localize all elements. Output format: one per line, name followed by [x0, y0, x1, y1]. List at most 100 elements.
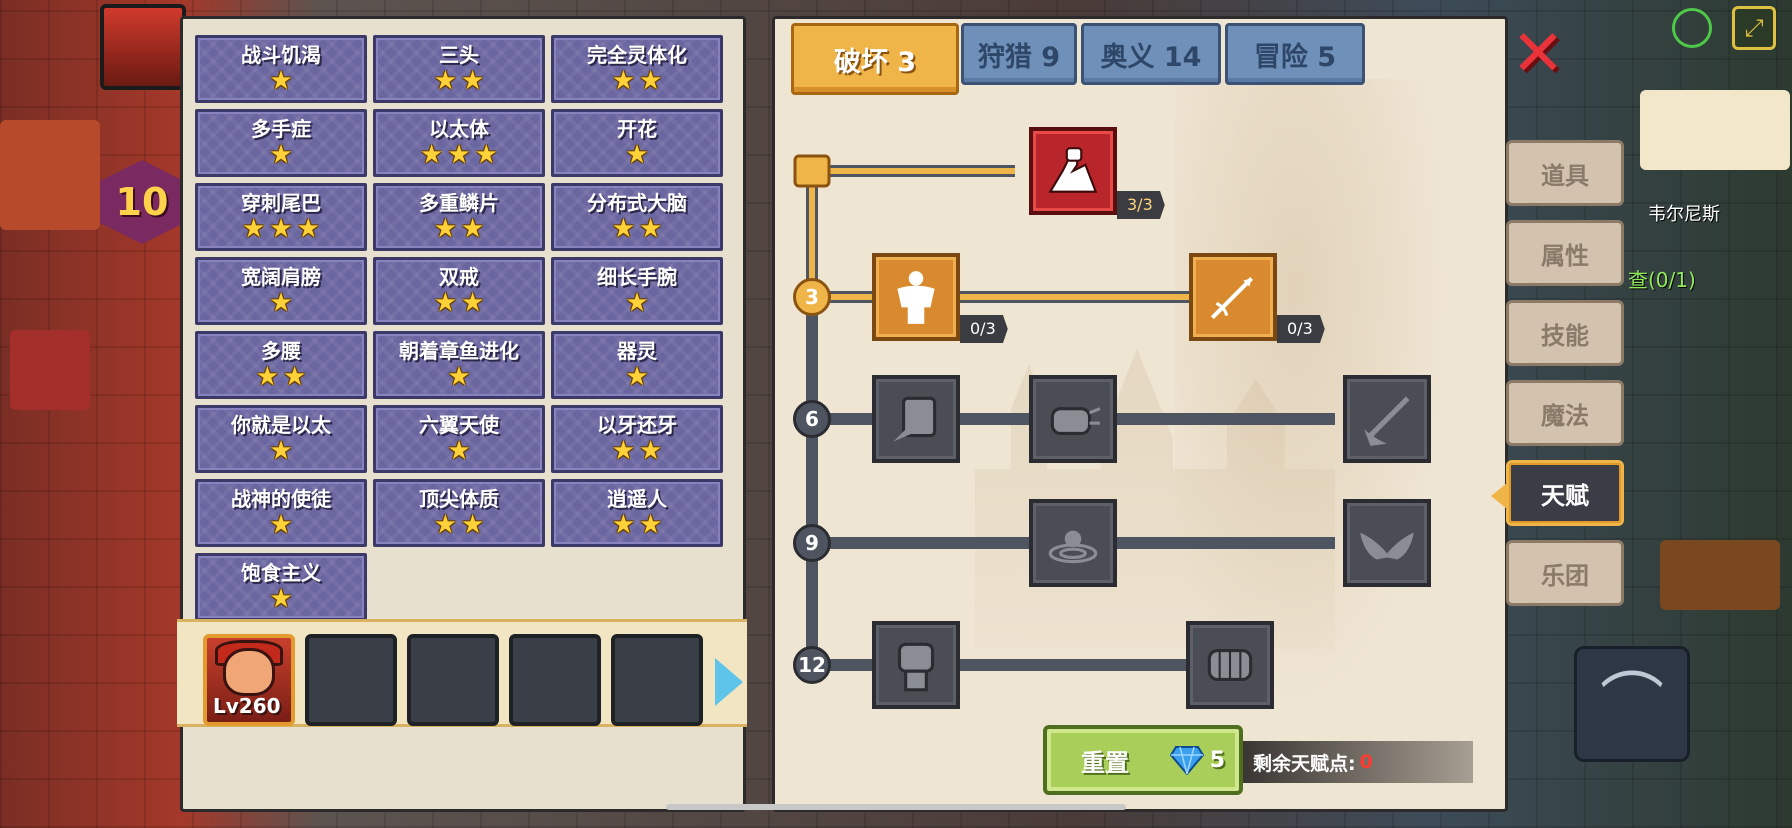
globe-icon[interactable] — [1672, 8, 1712, 48]
talent-node-bat-wings[interactable] — [1343, 499, 1431, 587]
active-indicator-icon — [1491, 483, 1507, 509]
title-stars: ★ — [447, 437, 470, 465]
title-name: 以太体 — [429, 117, 489, 141]
title-name: 六翼天使 — [419, 413, 499, 437]
talent-node-sword-strike[interactable] — [1343, 375, 1431, 463]
title-name: 多手症 — [251, 117, 311, 141]
talent-node-muscle-body[interactable] — [872, 253, 960, 341]
talent-node-ripple[interactable] — [1029, 499, 1117, 587]
title-card[interactable]: 你就是以太 ★ — [195, 405, 367, 473]
talent-node-grip-fist[interactable] — [1186, 621, 1274, 709]
title-card[interactable]: 逍遥人 ★ ★ — [551, 479, 723, 547]
title-card[interactable]: 穿刺尾巴 ★ ★ ★ — [195, 183, 367, 251]
title-card[interactable]: 多重鳞片 ★ ★ — [373, 183, 545, 251]
team-slot-empty[interactable] — [611, 634, 703, 726]
title-stars: ★ — [269, 437, 292, 465]
star-icon: ★ — [433, 510, 457, 540]
title-card[interactable]: 双戒 ★ ★ — [373, 257, 545, 325]
title-stars: ★ ★ — [612, 511, 663, 539]
title-stars: ★ ★ — [612, 437, 663, 465]
bow-icon[interactable]: ⌒ — [1574, 646, 1690, 762]
star-icon: ★ — [611, 66, 635, 96]
talent-node-piercing-arrow[interactable] — [1189, 253, 1277, 341]
title-grid: 战斗饥渴 ★ 三头 ★ ★ 完全灵体化 ★ ★ 多手症 ★ 以太体 ★ ★ ★ 开花 ★ 穿刺尾巴 ★ ★ ★ 多重鳞片… — [195, 35, 727, 621]
title-card[interactable]: 顶尖体质 ★ ★ — [373, 479, 545, 547]
talent-node-raised-fist[interactable] — [872, 621, 960, 709]
side-tab-band[interactable]: 乐团 — [1506, 540, 1624, 606]
title-card[interactable]: 朝着章鱼进化 ★ — [373, 331, 545, 399]
star-icon: ★ — [433, 288, 457, 318]
star-icon: ★ — [461, 510, 485, 540]
star-icon: ★ — [447, 140, 471, 170]
title-stars: ★ — [625, 289, 648, 317]
side-tab-talent[interactable]: 天赋 — [1491, 460, 1624, 526]
star-icon: ★ — [447, 362, 471, 392]
level-badge-3: 3 — [793, 278, 831, 316]
talent-node-punch[interactable] — [1029, 375, 1117, 463]
bg-rug — [10, 330, 90, 410]
side-tab-attributes[interactable]: 属性 — [1506, 220, 1624, 286]
title-card[interactable]: 六翼天使 ★ — [373, 405, 545, 473]
location-label: 韦尔尼斯 — [1648, 204, 1720, 225]
bg-carpet — [0, 120, 100, 230]
title-stars: ★ — [269, 511, 292, 539]
title-name: 多腰 — [261, 339, 301, 363]
title-card[interactable]: 以牙还牙 ★ ★ — [551, 405, 723, 473]
side-tab-magic[interactable]: 魔法 — [1506, 380, 1624, 446]
team-slot-hero[interactable]: Lv260 — [203, 634, 295, 726]
star-icon: ★ — [461, 66, 485, 96]
title-stars: ★ ★ — [434, 511, 485, 539]
team-slot-empty[interactable] — [407, 634, 499, 726]
raised-fist-icon — [897, 642, 935, 692]
side-tab-skills[interactable]: 技能 — [1506, 300, 1624, 366]
star-icon: ★ — [639, 510, 663, 540]
talent-node-card-slash[interactable] — [872, 375, 960, 463]
reset-cost-value: 5 — [1209, 747, 1225, 773]
close-icon[interactable]: ✕ — [1508, 22, 1568, 86]
title-stars: ★ ★ ★ — [420, 141, 498, 169]
title-card[interactable]: 完全灵体化 ★ ★ — [551, 35, 723, 103]
star-icon: ★ — [447, 436, 471, 466]
side-tab-items[interactable]: 道具 — [1506, 140, 1624, 206]
title-card[interactable]: 宽阔肩膀 ★ — [195, 257, 367, 325]
title-stars: ★ ★ — [434, 67, 485, 95]
title-card[interactable]: 多腰 ★ ★ — [195, 331, 367, 399]
title-card[interactable]: 器灵 ★ — [551, 331, 723, 399]
reset-button[interactable]: 重置 5 — [1043, 725, 1243, 795]
reset-cost: 5 — [1169, 745, 1225, 775]
title-stars: ★ — [625, 141, 648, 169]
bg-building — [1640, 90, 1790, 170]
title-card[interactable]: 战斗饥渴 ★ — [195, 35, 367, 103]
title-name: 穿刺尾巴 — [241, 191, 321, 215]
star-icon: ★ — [283, 362, 307, 392]
team-slot-empty[interactable] — [305, 634, 397, 726]
title-name: 顶尖体质 — [419, 487, 499, 511]
title-card[interactable]: 分布式大脑 ★ ★ — [551, 183, 723, 251]
talent-tree-panel: 破坏 3 狩猎 9 奥义 14 冒险 5 3 6 9 12 3/3 0/3 0/… — [772, 16, 1508, 812]
card-slash-icon — [893, 396, 937, 442]
title-card[interactable]: 饱食主义 ★ — [195, 553, 367, 621]
hero-portrait — [223, 648, 275, 696]
title-card[interactable]: 战神的使徒 ★ — [195, 479, 367, 547]
talent-node-arm-wrestle[interactable] — [1029, 127, 1117, 215]
title-card[interactable]: 多手症 ★ — [195, 109, 367, 177]
title-card[interactable]: 三头 ★ ★ — [373, 35, 545, 103]
fullscreen-icon[interactable]: ⤢ — [1732, 6, 1776, 50]
star-icon: ★ — [611, 510, 635, 540]
quest-progress[interactable]: 查(0/1) — [1628, 264, 1696, 293]
arm-wrestle-icon — [1048, 147, 1098, 193]
title-stars: ★ ★ — [434, 289, 485, 317]
punch-icon — [1050, 407, 1101, 436]
player-avatar[interactable] — [100, 4, 186, 90]
title-name: 器灵 — [617, 339, 657, 363]
title-card[interactable]: 以太体 ★ ★ ★ — [373, 109, 545, 177]
title-name: 开花 — [617, 117, 657, 141]
star-icon: ★ — [433, 66, 457, 96]
title-name: 宽阔肩膀 — [241, 265, 321, 289]
title-name: 多重鳞片 — [419, 191, 499, 215]
remaining-points-label: 剩余天赋点: — [1253, 752, 1356, 775]
title-card[interactable]: 细长手腕 ★ — [551, 257, 723, 325]
team-slot-empty[interactable] — [509, 634, 601, 726]
title-card[interactable]: 开花 ★ — [551, 109, 723, 177]
next-arrow-icon[interactable] — [715, 658, 743, 706]
